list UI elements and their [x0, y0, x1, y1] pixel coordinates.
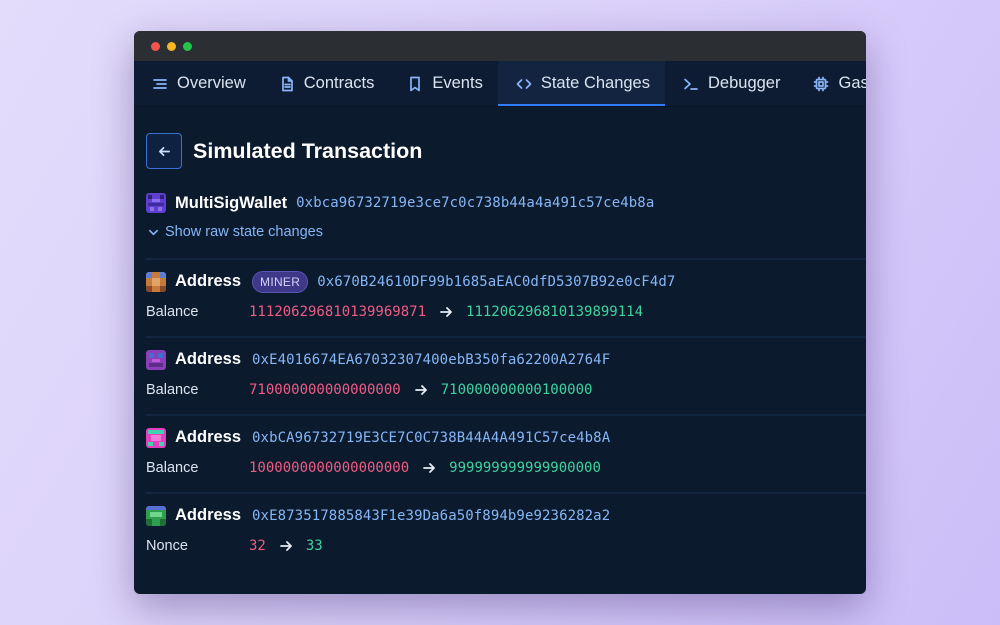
back-button[interactable]	[146, 133, 182, 169]
state-change-item: Address MINER 0x670B24610DF99b1685aEAC0d…	[146, 258, 866, 336]
state-change-values: Balance 710000000000000000 7100000000001…	[146, 380, 866, 400]
arrow-right-icon	[423, 462, 436, 474]
address-value[interactable]: 0x670B24610DF99b1685aEAC0dfD5307B92e0cF4…	[317, 274, 675, 290]
contract-row: MultiSigWallet 0xbca96732719e3ce7c0c738b…	[146, 191, 866, 215]
tab-overview[interactable]: Overview	[134, 61, 261, 106]
address-value[interactable]: 0xbCA96732719E3CE7C0C738B44A4A491C57ce4b…	[252, 430, 610, 446]
show-raw-state-changes-toggle[interactable]: Show raw state changes	[148, 221, 866, 243]
list-icon	[153, 78, 167, 89]
address-avatar-icon	[146, 505, 166, 526]
contract-avatar-icon	[146, 193, 166, 213]
address-value[interactable]: 0xE4016674EA67032307400ebB350fa62200A276…	[252, 352, 610, 368]
title-bar	[134, 31, 866, 61]
miner-badge: MINER	[252, 270, 309, 293]
state-change-header: Address 0xbCA96732719E3CE7C0C738B44A4A49…	[146, 425, 866, 450]
code-icon	[516, 78, 532, 89]
old-value: 111206296810139969871	[249, 304, 427, 320]
state-change-values: Nonce 32 33	[146, 536, 866, 556]
app-window: Overview Contracts Events State Changes …	[134, 31, 866, 594]
maximize-window-button[interactable]	[183, 41, 192, 51]
contract-name: MultiSigWallet	[175, 193, 288, 212]
address-label: Address	[175, 350, 242, 368]
state-change-header: Address 0xE4016674EA67032307400ebB350fa6…	[146, 347, 866, 372]
new-value: 999999999999900000	[449, 460, 601, 476]
tab-state-changes[interactable]: State Changes	[497, 61, 666, 106]
tab-label: State Changes	[540, 74, 650, 92]
arrow-right-icon	[440, 306, 452, 318]
tab-debugger[interactable]: Debugger	[665, 61, 795, 106]
field-label: Nonce	[146, 538, 188, 554]
state-change-item: Address 0xbCA96732719E3CE7C0C738B44A4A49…	[146, 414, 866, 492]
address-label: Address	[175, 428, 242, 446]
tab-bar: Overview Contracts Events State Changes …	[134, 61, 866, 107]
tab-gas[interactable]: Gas	[795, 61, 866, 106]
state-change-values: Balance 1000000000000000000 999999999999…	[146, 458, 866, 478]
tab-label: Gas	[838, 74, 866, 92]
address-avatar-icon	[146, 349, 166, 370]
old-value: 32	[249, 538, 266, 554]
raw-toggle-label: Show raw state changes	[165, 224, 323, 240]
old-value: 710000000000000000	[249, 382, 401, 398]
state-change-header: Address 0xE873517885843F1e39Da6a50f894b9…	[146, 503, 866, 528]
chip-icon	[814, 76, 829, 91]
close-window-button[interactable]	[151, 41, 160, 51]
old-value: 1000000000000000000	[249, 460, 410, 476]
field-label: Balance	[146, 382, 199, 398]
terminal-icon	[684, 78, 698, 90]
field-label: Balance	[146, 304, 199, 320]
tab-events[interactable]: Events	[389, 61, 497, 106]
arrow-left-icon	[158, 146, 170, 156]
bookmark-icon	[410, 76, 421, 91]
arrow-right-icon	[414, 384, 427, 396]
state-change-item: Address 0xE873517885843F1e39Da6a50f894b9…	[146, 492, 866, 570]
address-avatar-icon	[146, 427, 166, 448]
minimize-window-button[interactable]	[167, 41, 176, 51]
main-content: Simulated Transaction MultiSigWallet 0xb…	[134, 107, 866, 570]
address-label: Address	[175, 506, 242, 524]
state-change-values: Balance 111206296810139969871 1112062968…	[146, 302, 866, 322]
new-value: 111206296810139899114	[466, 304, 644, 320]
address-label: Address	[175, 272, 242, 290]
address-value[interactable]: 0xE873517885843F1e39Da6a50f894b9e9236282…	[252, 508, 610, 524]
tab-label: Events	[432, 74, 483, 92]
state-changes-list: Address MINER 0x670B24610DF99b1685aEAC0d…	[146, 258, 866, 570]
contract-address[interactable]: 0xbca96732719e3ce7c0c738b44a4a491c57ce4b…	[296, 195, 654, 211]
new-value: 33	[305, 538, 323, 554]
page-title: Simulated Transaction	[193, 138, 423, 163]
page-header: Simulated Transaction	[146, 133, 866, 169]
new-value: 710000000000100000	[440, 382, 593, 398]
field-label: Balance	[146, 460, 199, 476]
tab-contracts[interactable]: Contracts	[261, 61, 390, 106]
tab-label: Contracts	[303, 74, 375, 92]
address-avatar-icon	[146, 271, 166, 292]
arrow-right-icon	[279, 540, 292, 552]
tab-label: Overview	[177, 74, 246, 92]
chevron-down-icon	[149, 229, 158, 235]
document-icon	[281, 76, 293, 91]
state-change-header: Address MINER 0x670B24610DF99b1685aEAC0d…	[146, 269, 866, 294]
tab-label: Debugger	[708, 74, 781, 92]
state-change-item: Address 0xE4016674EA67032307400ebB350fa6…	[146, 336, 866, 414]
